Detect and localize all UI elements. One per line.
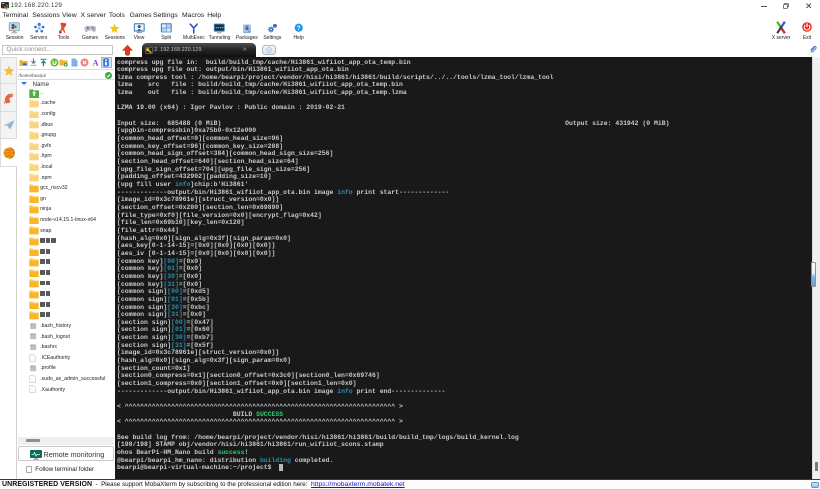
svg-text:?: ? xyxy=(297,26,301,32)
svg-text:A: A xyxy=(93,58,100,67)
